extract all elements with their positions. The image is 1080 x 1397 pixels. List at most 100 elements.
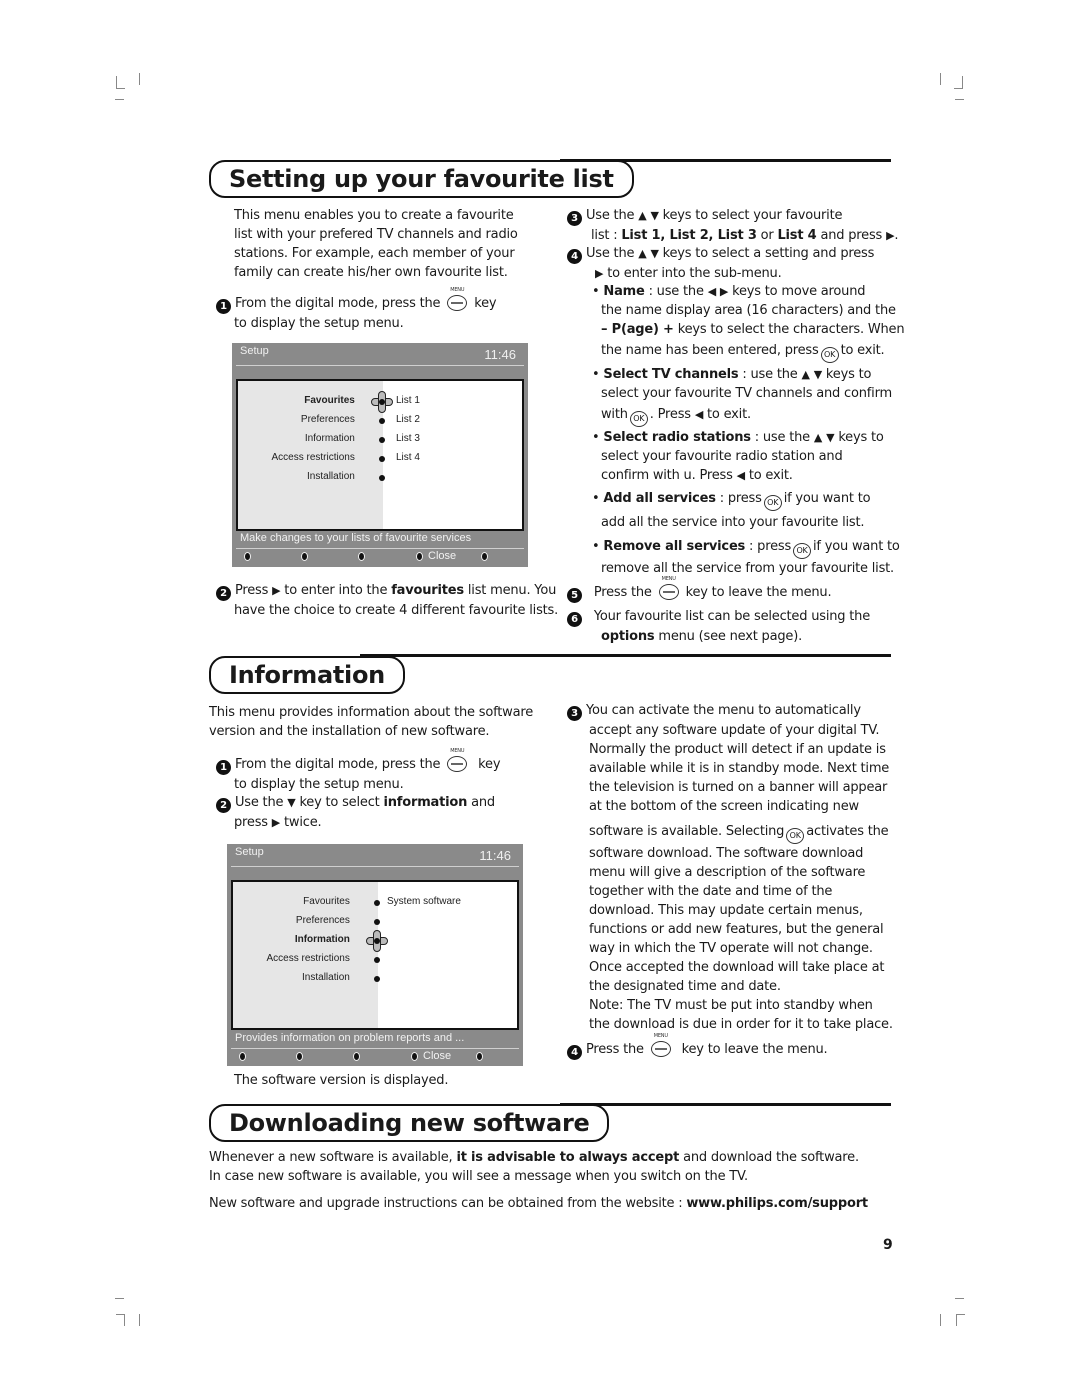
- ok-key-icon: OK: [793, 543, 812, 559]
- favourites-step-6: 6 Your favourite list can be selected us…: [567, 607, 870, 646]
- bullet-icon: [374, 976, 380, 982]
- screen-clock: 11:46: [479, 848, 511, 863]
- download-text: Whenever a new software is available, it…: [209, 1150, 868, 1211]
- bullet-icon: [379, 418, 385, 424]
- crop-mark: [954, 88, 963, 89]
- step-number: 4: [567, 249, 582, 264]
- information-step-1: 1 From the digital mode, press the MENU …: [216, 748, 501, 794]
- crop-mark: [956, 1314, 965, 1315]
- menu-digital-key-icon: MENU: [447, 748, 468, 772]
- color-button-icon[interactable]: [481, 552, 488, 561]
- intro-line: This menu enables you to create a favour…: [234, 208, 514, 223]
- step-number: 2: [216, 798, 231, 813]
- color-button-icon[interactable]: [476, 1052, 483, 1061]
- divider: [236, 365, 524, 366]
- favourites-step-2: 2 Press ▶ to enter into the favourites l…: [216, 581, 558, 620]
- information-step-4: 4 Press the MENU key to leave the menu.: [567, 1033, 828, 1060]
- bullet-select-tv-channels: • Select TV channels : use the ▲ ▼ keys …: [592, 365, 892, 427]
- step-number: 4: [567, 1045, 582, 1060]
- color-button-icon[interactable]: [239, 1052, 246, 1061]
- color-button-icon[interactable]: [353, 1052, 360, 1061]
- navigation-cursor-icon: [371, 391, 393, 413]
- menu-item-favourites[interactable]: Favourites: [303, 896, 350, 907]
- bullet-icon: [374, 900, 380, 906]
- tv-setup-screen-information: Setup 11:46 Favourites Preferences Infor…: [227, 844, 523, 1066]
- menu-item-favourites[interactable]: Favourites: [304, 395, 355, 406]
- screen-hint: Provides information on problem reports …: [235, 1032, 465, 1044]
- menu-item-access-restrictions[interactable]: Access restrictions: [266, 953, 349, 964]
- information-intro: This menu provides information about the…: [209, 705, 533, 739]
- bullet-icon: [374, 919, 380, 925]
- intro-line: stations. For example, each member of yo…: [234, 246, 515, 261]
- step-number: 1: [216, 760, 231, 775]
- right-arrow-icon: ▶: [272, 584, 281, 597]
- up-arrow-icon: ▲: [638, 247, 647, 260]
- crop-mark: [940, 1314, 941, 1326]
- close-button[interactable]: Close: [423, 1050, 451, 1062]
- submenu-item-system-software[interactable]: System software: [387, 896, 461, 907]
- menu-digital-key-icon: MENU: [447, 287, 468, 311]
- bullet-icon: [379, 475, 385, 481]
- menu-item-installation[interactable]: Installation: [302, 972, 350, 983]
- screen-clock: 11:46: [484, 347, 516, 362]
- crop-mark: [116, 76, 117, 88]
- menu-panel: Favourites Preferences Information Acces…: [231, 880, 519, 1030]
- color-button-icon[interactable]: [301, 552, 308, 561]
- color-button-icon[interactable]: [416, 552, 423, 561]
- section-title-information: Information: [209, 656, 405, 694]
- menu-item-preferences[interactable]: Preferences: [296, 915, 350, 926]
- ok-key-icon: OK: [786, 828, 805, 844]
- menu-item-information[interactable]: Information: [295, 934, 350, 945]
- screen-title: Setup: [240, 345, 269, 357]
- support-website-link[interactable]: www.philips.com/support: [686, 1196, 868, 1211]
- down-arrow-icon: ▼: [826, 431, 835, 444]
- bullet-add-all-services: • Add all services : press OK if you want …: [592, 491, 871, 530]
- step-number: 6: [567, 612, 582, 627]
- menu-item-installation[interactable]: Installation: [307, 471, 355, 482]
- color-button-icon[interactable]: [411, 1052, 418, 1061]
- bullet-select-radio-stations: • Select radio stations : use the ▲ ▼ ke…: [592, 430, 884, 483]
- submenu-item[interactable]: List 1: [396, 395, 420, 406]
- menu-item-preferences[interactable]: Preferences: [301, 414, 355, 425]
- submenu-item[interactable]: List 4: [396, 452, 420, 463]
- right-arrow-icon: ▶: [271, 816, 281, 829]
- divider: [231, 866, 519, 867]
- left-arrow-icon: ◀: [694, 408, 704, 421]
- menu-digital-key-icon: MENU: [650, 1033, 671, 1057]
- menu-digital-key-icon: MENU: [658, 576, 679, 600]
- down-arrow-icon: ▼: [650, 247, 659, 260]
- up-arrow-icon: ▲: [813, 431, 823, 444]
- navigation-cursor-icon: [366, 930, 388, 952]
- favourites-step-4: 4 Use the ▲ ▼ keys to select a setting a…: [567, 244, 874, 283]
- crop-mark: [139, 1314, 140, 1326]
- ok-key-icon: OK: [763, 495, 782, 511]
- submenu-item[interactable]: List 2: [396, 414, 420, 425]
- color-button-icon[interactable]: [244, 552, 251, 561]
- intro-line: family can create his/her own favourite …: [234, 265, 508, 280]
- color-button-icon[interactable]: [358, 552, 365, 561]
- information-step-3: 3 You can activate the menu to automatic…: [567, 701, 893, 1034]
- favourites-step-5: 5 Press the MENU key to leave the menu.: [567, 576, 832, 603]
- menu-item-access-restrictions[interactable]: Access restrictions: [271, 452, 354, 463]
- left-arrow-icon: ◀: [736, 469, 745, 482]
- close-button[interactable]: Close: [428, 550, 456, 562]
- divider: [231, 1048, 519, 1049]
- crop-mark: [116, 88, 125, 89]
- bullet-icon: [374, 957, 380, 963]
- section-rule: [360, 654, 891, 657]
- information-step-2: 2 Use the ▼ key to select information an…: [216, 793, 495, 832]
- section-title-downloading: Downloading new software: [209, 1104, 610, 1142]
- step-number: 2: [216, 586, 231, 601]
- menu-item-information[interactable]: Information: [305, 433, 355, 444]
- intro-line: list with your prefered TV channels and …: [234, 227, 518, 242]
- tv-setup-screen-favourites: Setup 11:46 Favourites Preferences Infor…: [232, 343, 528, 567]
- right-arrow-icon: ▶: [719, 285, 729, 298]
- section-title-favourites: Setting up your favourite list: [209, 160, 634, 198]
- color-button-icon[interactable]: [296, 1052, 303, 1061]
- crop-mark: [962, 76, 963, 88]
- bullet-name: • Name : use the ◀ ▶ keys to move around…: [592, 282, 905, 363]
- step-number: 3: [567, 211, 582, 226]
- page-number: 9: [883, 1237, 893, 1253]
- submenu-item[interactable]: List 3: [396, 433, 420, 444]
- bullet-icon: [379, 456, 385, 462]
